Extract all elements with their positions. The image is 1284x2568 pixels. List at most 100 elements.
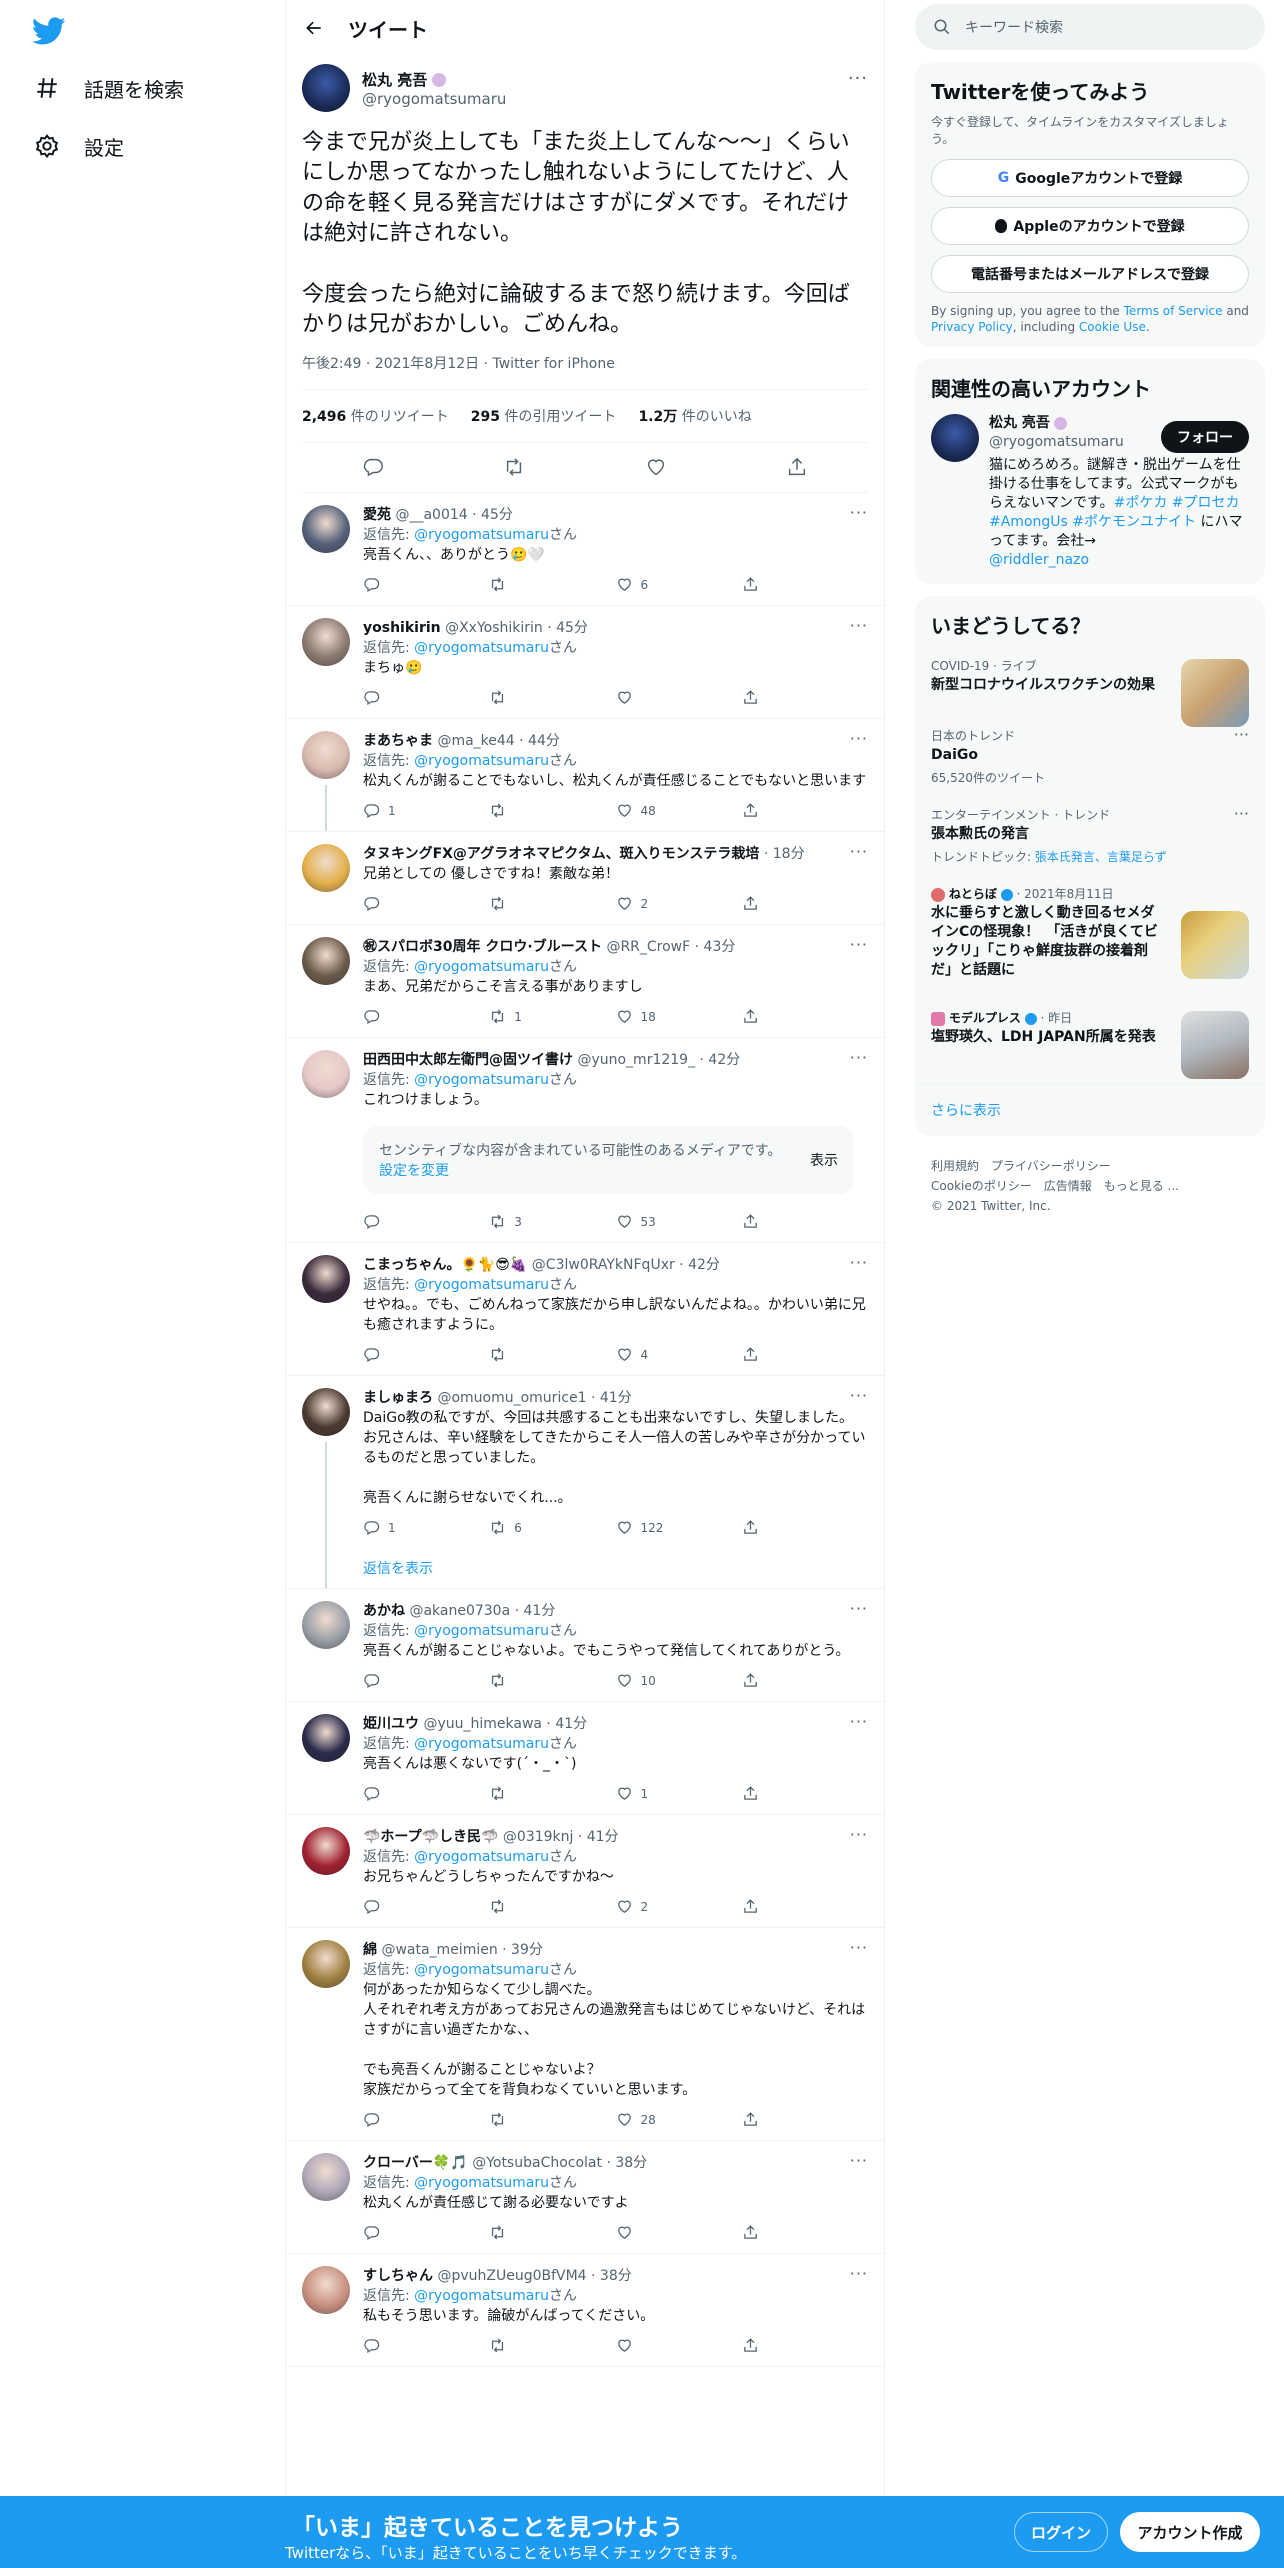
trend-item[interactable]: ねとらぼ · 2021年8月11日 水に垂らすと激しく動き回るセメダインCの怪現… [915,875,1265,999]
reply-handle[interactable]: @0319knj · 41分 [503,1829,619,1845]
reply-author-name[interactable]: ましゅまろ [363,1390,433,1406]
retweet-button[interactable] [489,895,615,912]
retweet-icon[interactable] [503,456,525,478]
tweet-author[interactable]: 松丸 亮吾 @ryogomatsumaru [302,64,868,112]
reply-to-link[interactable]: @ryogomatsumaru [414,2288,549,2304]
search-input[interactable]: キーワード検索 [965,17,1063,37]
like-button[interactable]: 4 [616,1346,742,1363]
related-bio-link[interactable]: @riddler_nazo [989,552,1089,568]
reply-author-name[interactable]: 🦈ホープ🦈しき民🦈 [363,1829,498,1845]
more-options-icon[interactable]: ··· [850,2264,868,2283]
reply-handle[interactable]: @RR_CrowF · 43分 [606,939,735,955]
reply-author-name[interactable]: まあちゃま [363,733,433,749]
retweet-button[interactable]: 1 [489,1008,615,1025]
retweet-button[interactable] [489,2337,615,2354]
share-button[interactable] [742,1213,868,1230]
avatar[interactable] [302,1826,350,1875]
avatar[interactable] [302,730,350,779]
reply-button[interactable] [363,1898,489,1915]
reply-button[interactable] [363,689,489,706]
change-settings-link[interactable]: 設定を変更 [379,1163,449,1179]
like-button[interactable]: 2 [616,1898,742,1915]
avatar[interactable] [302,1939,350,1988]
avatar[interactable] [302,617,350,666]
retweet-button[interactable]: 3 [489,1213,615,1230]
trend-item[interactable]: モデルプレス · 昨日 塩野瑛久、LDH JAPAN所属を発表 [915,999,1265,1083]
reply-author-name[interactable]: ㊗スパロボ30周年 クロウ·ブルースト [363,939,602,955]
trend-item[interactable]: エンターテインメント · トレンド 張本勲氏の発言 トレンドトピック: 張本氏発… [915,796,1265,875]
like-button[interactable]: 6 [616,576,742,593]
reply-tweet[interactable]: ··· あかね @akane0730a · 41分 返信先: @ryogomatsu… [286,1589,884,1702]
reply-button[interactable] [363,1785,489,1802]
reply-button[interactable] [363,1346,489,1363]
reply-author-name[interactable]: すしちゃん [363,2268,433,2284]
avatar[interactable] [302,1254,350,1303]
share-button[interactable] [742,689,868,706]
trend-item[interactable]: COVID-19 · ライブ 新型コロナウイルスワクチンの効果 [915,647,1265,727]
share-button[interactable] [742,1785,868,1802]
retweet-button[interactable] [489,1346,615,1363]
reply-handle[interactable]: @akane0730a · 41分 [409,1603,555,1619]
reply-tweet[interactable]: ··· クローバー🍀🎵 @YotsubaChocolat · 38分 返信先: @r… [286,2141,884,2254]
avatar[interactable] [302,64,350,112]
reply-handle[interactable]: @XxYoshikirin · 45分 [445,620,588,636]
reply-to-link[interactable]: @ryogomatsumaru [414,640,549,656]
reply-icon[interactable] [362,456,384,478]
phone-signup-button[interactable]: 電話番号またはメールアドレスで登録 [931,255,1249,293]
reply-tweet[interactable]: ··· すしちゃん @pvuhZUeug0BfVM4 · 38分 返信先: @ryo… [286,2254,884,2367]
terms-link[interactable]: Terms of Service [1124,304,1223,318]
avatar[interactable] [302,2152,350,2201]
avatar[interactable] [302,1600,350,1649]
avatar[interactable] [302,2265,350,2314]
reply-author-name[interactable]: タヌキングFX@アグラオネマピクタム、斑入りモンステラ栽培 [363,846,759,862]
reply-tweet[interactable]: ··· yoshikirin @XxYoshikirin · 45分 返信先: @r… [286,606,884,719]
twitter-logo-icon[interactable] [32,14,66,48]
reply-button[interactable] [363,1008,489,1025]
share-button[interactable] [742,2337,868,2354]
retweet-button[interactable] [489,2224,615,2241]
privacy-link[interactable]: Privacy Policy [931,320,1013,334]
share-button[interactable] [742,802,868,819]
share-button[interactable] [742,1346,868,1363]
reply-author-name[interactable]: クローバー🍀🎵 [363,2155,468,2171]
reply-author-name[interactable]: 綿 [363,1942,377,1958]
retweet-button[interactable] [489,1898,615,1915]
reply-author-name[interactable]: yoshikirin [363,620,441,636]
show-more-link[interactable]: さらに表示 [915,1083,1265,1136]
login-button[interactable]: ログイン [1014,2512,1108,2552]
reply-tweet[interactable]: ··· まあちゃま @ma_ke44 · 44分 返信先: @ryogomatsum… [286,719,884,832]
reply-handle[interactable]: @pvuhZUeug0BfVM4 · 38分 [437,2268,631,2284]
retweet-count[interactable]: 2,496 件のリツイート [302,406,449,426]
reply-tweet[interactable]: ··· タヌキングFX@アグラオネマピクタム、斑入りモンステラ栽培 · 18分 兄弟… [286,832,884,925]
reply-tweet[interactable]: ··· 🦈ホープ🦈しき民🦈 @0319knj · 41分 返信先: @ryogoma… [286,1815,884,1928]
reply-button[interactable]: 1 [363,802,489,819]
avatar[interactable] [302,1387,350,1436]
show-media-button[interactable]: 表示 [810,1150,838,1170]
reply-author-name[interactable]: あかね [363,1603,405,1619]
share-button[interactable] [742,1519,868,1536]
reply-handle[interactable]: @yuno_mr1219_ · 42分 [577,1052,740,1068]
like-button[interactable]: 122 [616,1519,742,1536]
like-count[interactable]: 1.2万 件のいいね [638,406,751,426]
google-signup-button[interactable]: G Googleアカウントで登録 [931,159,1249,197]
retweet-button[interactable]: 6 [489,1519,615,1536]
more-options-icon[interactable]: ··· [848,68,868,89]
reply-tweet[interactable]: ··· 綿 @wata_meimien · 39分 返信先: @ryogomatsu… [286,1928,884,2141]
retweet-button[interactable] [489,802,615,819]
reply-button[interactable]: 1 [363,1519,489,1536]
avatar[interactable] [302,1713,350,1762]
retweet-button[interactable] [489,689,615,706]
share-button[interactable] [742,576,868,593]
reply-author-name[interactable]: 田西田中太郎左衛門@固ツイ書け [363,1052,573,1068]
more-options-icon[interactable]: ··· [850,2151,868,2170]
avatar[interactable] [302,936,350,985]
reply-author-name[interactable]: こまっちゃん。🌻🐈😎🍇 [363,1257,527,1273]
share-button[interactable] [742,1672,868,1689]
like-button[interactable]: 2 [616,895,742,912]
like-button[interactable]: 28 [616,2111,742,2128]
nav-settings[interactable]: 設定 [34,126,124,166]
reply-button[interactable] [363,2224,489,2241]
apple-signup-button[interactable]: Appleのアカウントで登録 [931,207,1249,245]
more-options-icon[interactable]: ··· [850,842,868,861]
more-options-icon[interactable]: ··· [850,935,868,954]
